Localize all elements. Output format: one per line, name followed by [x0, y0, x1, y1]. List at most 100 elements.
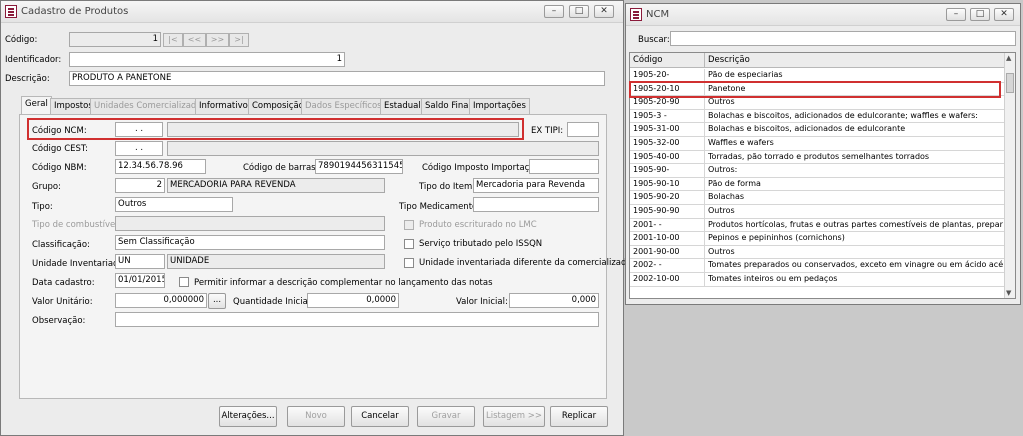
last-record-button[interactable]: >| — [229, 33, 249, 47]
tipo-label: Tipo: — [32, 202, 53, 212]
ncm-row[interactable]: 1905-90-90 Outros — [630, 205, 1005, 219]
barras-label: Código de barras: — [243, 163, 319, 173]
ncm-row[interactable]: 1905-31-00 Bolachas e biscoitos, adiciona… — [630, 123, 1005, 137]
issqn-checkbox[interactable] — [404, 239, 414, 249]
classificacao-select[interactable]: Sem Classificação — [115, 235, 385, 250]
scroll-down-icon[interactable]: ▼ — [1006, 289, 1011, 297]
maximize-icon[interactable]: □ — [569, 5, 589, 18]
unidade-description-field: UNIDADE — [167, 254, 385, 269]
permitir-label: Permitir informar a descrição complement… — [194, 278, 493, 288]
ncm-row-descricao: Outros: — [708, 165, 738, 175]
cest-label: Código CEST: — [32, 144, 89, 154]
ncm-row-codigo: 1905-90-20 — [633, 192, 680, 202]
lmc-label: Produto escriturado no LMC — [419, 220, 537, 230]
ncm-row[interactable]: 2001- - Produtos hortícolas, frutas e out… — [630, 218, 1005, 233]
cancelar-button[interactable]: Cancelar — [351, 406, 409, 427]
ncm-row-codigo: 2001-10-00 — [633, 233, 680, 243]
valor-unitario-field[interactable]: 0,000000 — [115, 293, 207, 308]
ncm-minimize-icon[interactable]: – — [946, 8, 966, 21]
observacao-field[interactable] — [115, 312, 599, 327]
ncm-row[interactable]: 1905-40-00 Torradas, pão torrado e produt… — [630, 150, 1005, 165]
ncm-row-descricao: Torradas, pão torrado e produtos semelha… — [708, 151, 930, 161]
ncm-row[interactable]: 1905-90-20 Bolachas — [630, 191, 1005, 205]
ncm-row[interactable]: 1905-20-90 Outros — [630, 96, 1005, 110]
barras-field[interactable]: 7890194456311545 — [315, 159, 403, 174]
ncm-row-codigo: 1905-31-00 — [633, 124, 680, 134]
scroll-up-icon[interactable]: ▲ — [1006, 54, 1011, 62]
data-cadastro-field[interactable]: 01/01/2015 — [115, 273, 165, 288]
unidade-diferente-checkbox[interactable] — [404, 258, 414, 268]
quantidade-inicial-field[interactable]: 0,0000 — [307, 293, 399, 308]
identificador-field[interactable]: 1 — [69, 52, 345, 67]
ncm-row[interactable]: 1905-90- Outros: — [630, 164, 1005, 178]
tipo-medicamento-select[interactable] — [473, 197, 599, 212]
classificacao-label: Classificação: — [32, 240, 90, 250]
listagem-button[interactable]: Listagem >> — [483, 406, 545, 427]
ncm-row-descricao: Outros — [708, 97, 735, 107]
cest-code-field[interactable]: . . — [115, 141, 163, 156]
tab-unidades-comercializadas[interactable]: Unidades Comercializadas — [90, 98, 210, 114]
app-icon — [5, 5, 17, 18]
ex-tipi-field[interactable] — [567, 122, 599, 137]
imposto-importacao-field[interactable] — [529, 159, 599, 174]
nbm-field[interactable]: 12.34.56.78.96 — [115, 159, 206, 174]
grupo-code-field[interactable]: 2 — [115, 178, 165, 193]
next-record-button[interactable]: >> — [206, 33, 229, 47]
ncm-row[interactable]: 1905-90-10 Pão de forma — [630, 177, 1005, 192]
first-record-button[interactable]: |< — [163, 33, 183, 47]
col-codigo-header[interactable]: Código — [633, 55, 663, 65]
ncm-list-scrollbar[interactable]: ▲ ▼ — [1004, 53, 1015, 298]
ncm-row[interactable]: 2002-10-00 Tomates inteiros ou em pedaços — [630, 273, 1005, 287]
ncm-app-icon — [630, 8, 642, 21]
grupo-description-field: MERCADORIA PARA REVENDA — [167, 178, 385, 193]
valor-unitario-lookup-button[interactable]: ... — [208, 293, 226, 309]
tipo-item-select[interactable]: Mercadoria para Revenda — [473, 178, 599, 193]
scroll-thumb[interactable] — [1006, 73, 1014, 93]
ncm-row-descricao: Pão de especiarias — [708, 70, 783, 79]
ncm-maximize-icon[interactable]: □ — [970, 8, 990, 21]
tipo-select[interactable]: Outros — [115, 197, 233, 212]
ncm-row[interactable]: 2001-90-00 Outros — [630, 245, 1005, 260]
combustivel-select — [115, 216, 385, 231]
ncm-row-descricao: Bolachas — [708, 192, 745, 202]
ncm-row[interactable]: 1905-3 - Bolachas e biscoitos, adicionado… — [630, 109, 1005, 124]
unidade-label: Unidade Inventariada: — [32, 259, 127, 269]
ncm-row[interactable]: 2001-10-00 Pepinos e pepininhos (cornicho… — [630, 232, 1005, 246]
cadastro-titlebar[interactable]: Cadastro de Produtos – □ ✕ — [1, 1, 623, 23]
buscar-input[interactable] — [670, 31, 1016, 46]
tab-dados-especificos[interactable]: Dados Específicos — [301, 98, 386, 114]
tab-geral[interactable]: Geral — [21, 96, 52, 115]
ncm-row-descricao: Pepinos e pepininhos (cornichons) — [708, 233, 845, 243]
valor-inicial-field[interactable]: 0,000 — [509, 293, 599, 308]
ncm-row-codigo: 2001-90-00 — [633, 246, 680, 256]
tab-composicao[interactable]: Composição — [248, 98, 308, 114]
cest-description-field — [167, 141, 599, 156]
unidade-diferente-label: Unidade inventariada diferente da comerc… — [419, 258, 632, 268]
ncm-close-icon[interactable]: ✕ — [994, 8, 1014, 21]
ncm-row[interactable]: 2002- - Tomates preparados ou conservados… — [630, 259, 1005, 273]
unidade-field[interactable]: UN — [115, 254, 165, 269]
prev-record-button[interactable]: << — [183, 33, 206, 47]
novo-button[interactable]: Novo — [287, 406, 345, 427]
combustivel-label: Tipo de combustível: — [32, 220, 121, 230]
tab-importacoes[interactable]: Importações — [469, 98, 530, 114]
buscar-label: Buscar: — [638, 35, 670, 45]
alteracoes-button[interactable]: Alterações... — [219, 406, 277, 427]
lmc-checkbox[interactable] — [404, 220, 414, 230]
codigo-field[interactable]: 1 — [69, 32, 161, 47]
valor-unitario-label: Valor Unitário: — [32, 297, 93, 307]
minimize-icon[interactable]: – — [544, 5, 564, 18]
permitir-checkbox[interactable] — [179, 277, 189, 287]
ncm-row-codigo: 1905-20-90 — [633, 97, 680, 107]
descricao-field[interactable]: PRODUTO A PANETONE — [69, 71, 605, 86]
ncm-titlebar[interactable]: NCM – □ ✕ — [626, 4, 1020, 26]
col-descricao-header[interactable]: Descrição — [708, 55, 750, 65]
tab-estadual[interactable]: Estadual — [380, 98, 425, 114]
gravar-button[interactable]: Gravar — [417, 406, 475, 427]
tipo-medicamento-label: Tipo Medicamento: — [399, 202, 481, 212]
identificador-label: Identificador: — [5, 55, 62, 65]
close-icon[interactable]: ✕ — [594, 5, 614, 18]
ncm-row[interactable]: 1905-32-00 Waffles e wafers — [630, 137, 1005, 151]
tab-saldo-final[interactable]: Saldo Final — [421, 98, 475, 114]
replicar-button[interactable]: Replicar — [550, 406, 608, 427]
